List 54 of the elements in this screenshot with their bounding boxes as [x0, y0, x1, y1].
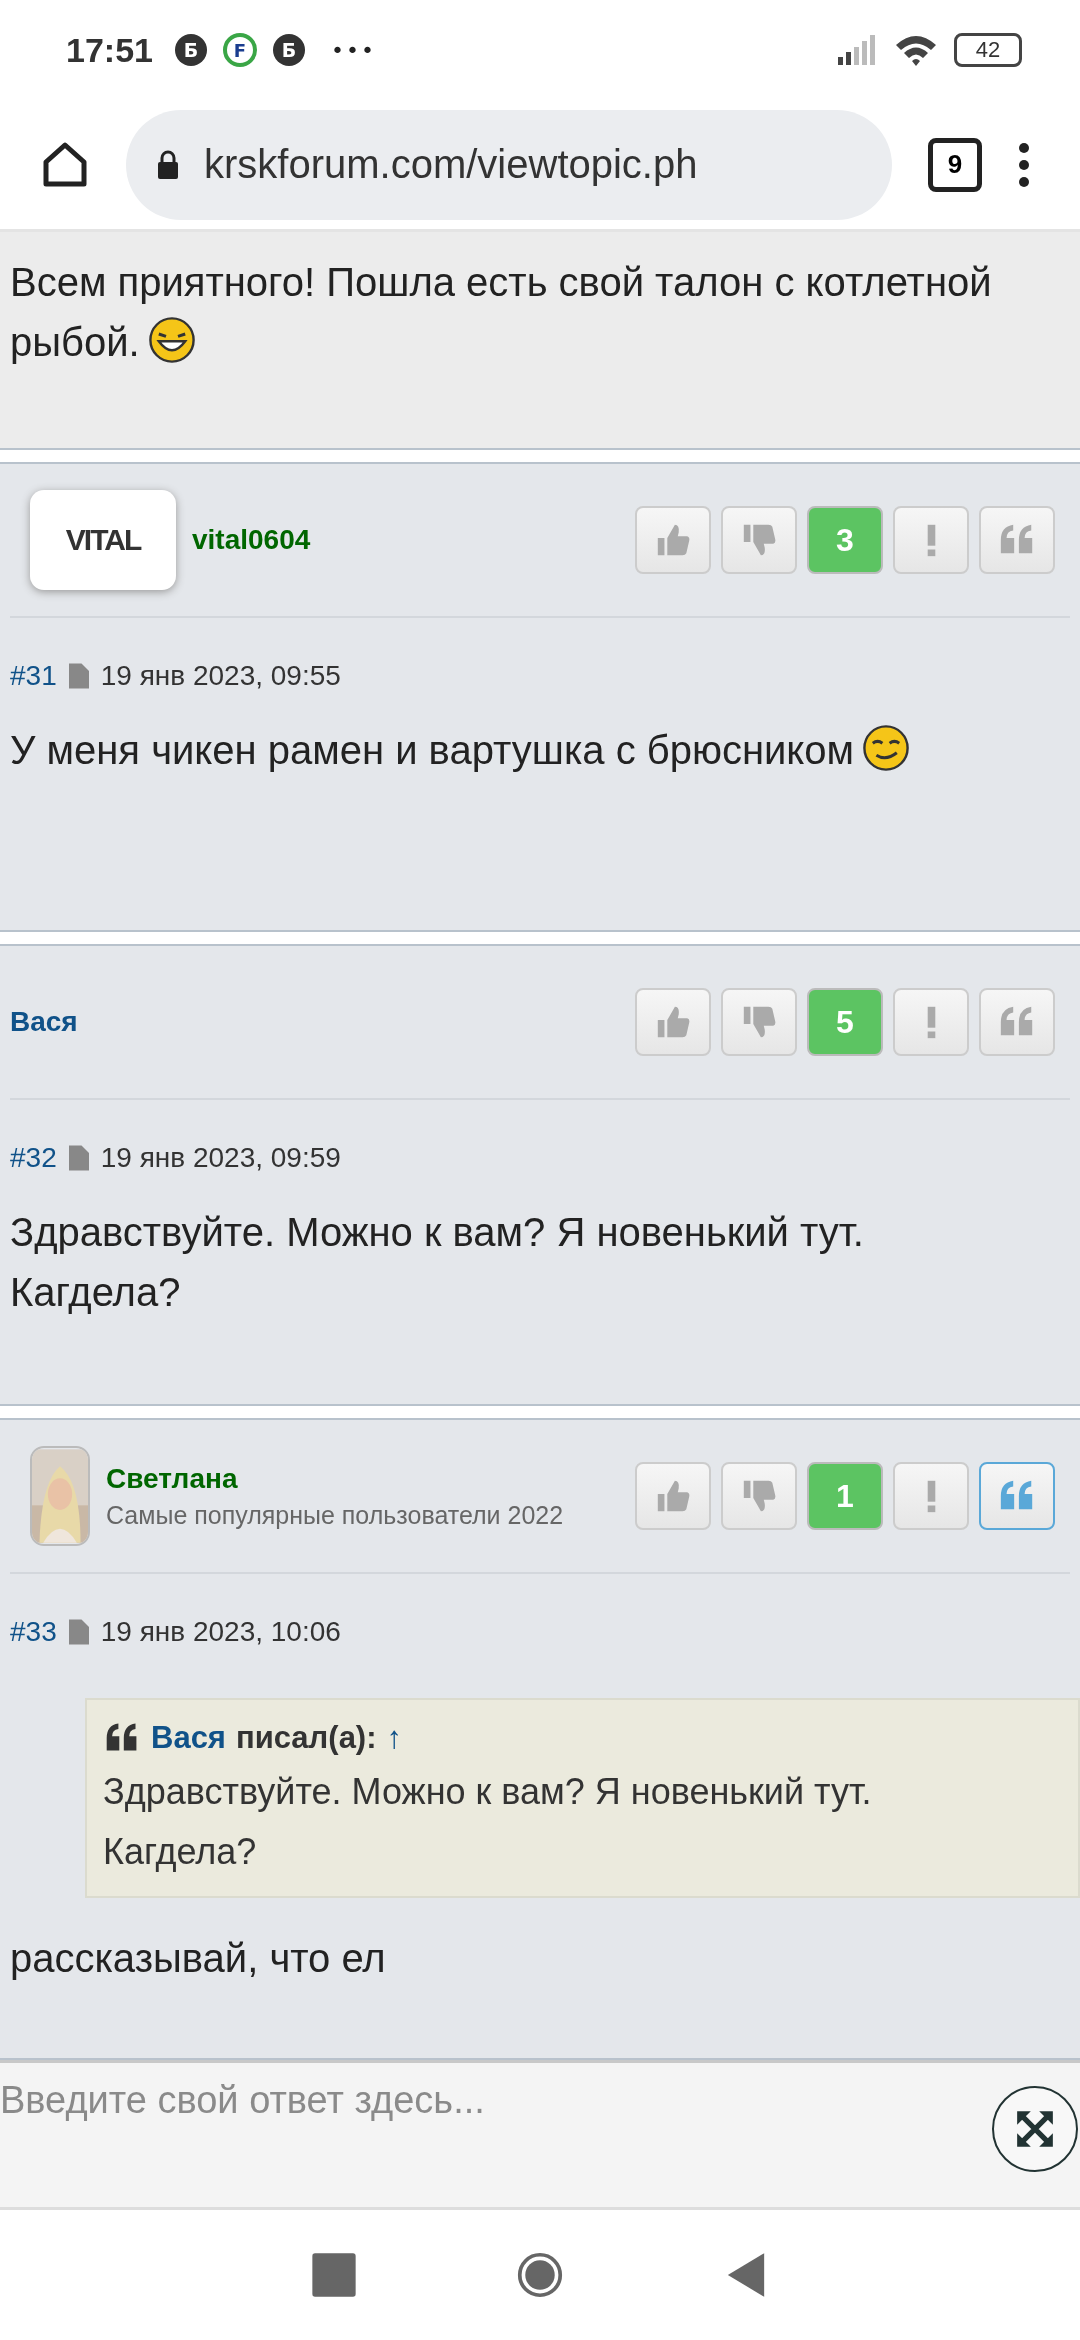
more-notifications: •••	[330, 37, 376, 63]
reply-input[interactable]: Введите свой ответ здесь...	[0, 2060, 1080, 2210]
username-link[interactable]: Вася	[10, 1006, 78, 1038]
notification-icon: Б	[174, 34, 207, 66]
post-text: У меня чикен рамен и вартушка с брюсником	[10, 720, 1050, 780]
tab-count-button[interactable]: 9	[928, 137, 982, 192]
username-link[interactable]: vital0604	[192, 524, 311, 556]
quote-text: Здравствуйте. Можно к вам? Я новенький тут. Кагдела?	[103, 1770, 873, 1874]
wifi-icon	[894, 33, 938, 67]
dislike-button[interactable]	[721, 988, 797, 1056]
quote-button[interactable]	[979, 506, 1055, 574]
report-button[interactable]	[893, 506, 969, 574]
laughing-emoji-icon	[147, 316, 196, 364]
username-link[interactable]: Светлана	[106, 1462, 238, 1495]
quote-button[interactable]	[979, 988, 1055, 1056]
post-number-link[interactable]: #31	[10, 660, 57, 692]
document-icon	[68, 1619, 89, 1645]
post-number-link[interactable]: #32	[10, 1142, 57, 1174]
post-text: рассказывай, что ел	[10, 1935, 387, 1982]
report-button[interactable]	[893, 1462, 969, 1530]
jump-to-post-link[interactable]: ↑	[386, 1720, 402, 1756]
document-icon	[68, 1145, 89, 1171]
like-button[interactable]	[635, 1462, 711, 1530]
quote-author-link[interactable]: Вася	[151, 1720, 226, 1756]
dislike-button[interactable]	[721, 1462, 797, 1530]
recents-icon[interactable]	[311, 2252, 357, 2298]
smiling-emoji-icon	[862, 724, 911, 772]
battery-indicator: 42	[954, 33, 1022, 67]
signal-icon	[838, 35, 878, 65]
address-bar[interactable]: krskforum.com/viewtopic.ph	[126, 109, 892, 220]
report-button[interactable]	[893, 988, 969, 1056]
user-rank: Самые популярные пользователи 2022	[106, 1500, 565, 1530]
quote-attribution: писал(а):	[235, 1720, 377, 1756]
post-text: Всем приятного! Пошла есть свой талон с котлетной рыбой.	[10, 259, 993, 366]
status-time: 17:51	[66, 30, 153, 70]
notification-icon: F	[222, 33, 257, 67]
post-date: 19 янв 2023, 10:06	[100, 1616, 341, 1648]
avatar-logo: VITAL	[30, 490, 176, 590]
home-circle-icon[interactable]	[517, 2252, 563, 2298]
post-date: 19 янв 2023, 09:55	[100, 660, 341, 692]
score-badge: 3	[807, 506, 883, 574]
dislike-button[interactable]	[721, 506, 797, 574]
quote-button[interactable]	[979, 1462, 1055, 1530]
score-badge: 1	[807, 1462, 883, 1530]
score-badge: 5	[807, 988, 883, 1056]
notification-icon: Б	[272, 34, 305, 66]
like-button[interactable]	[635, 506, 711, 574]
document-icon	[68, 663, 89, 689]
post-date: 19 янв 2023, 09:59	[100, 1142, 341, 1174]
like-button[interactable]	[635, 988, 711, 1056]
post-text: Здравствуйте. Можно к вам? Я новенький тут. Кагдела?	[10, 1209, 865, 1316]
post-number-link[interactable]: #33	[10, 1616, 57, 1648]
lock-icon	[156, 149, 180, 180]
expand-icon	[1014, 2108, 1056, 2150]
